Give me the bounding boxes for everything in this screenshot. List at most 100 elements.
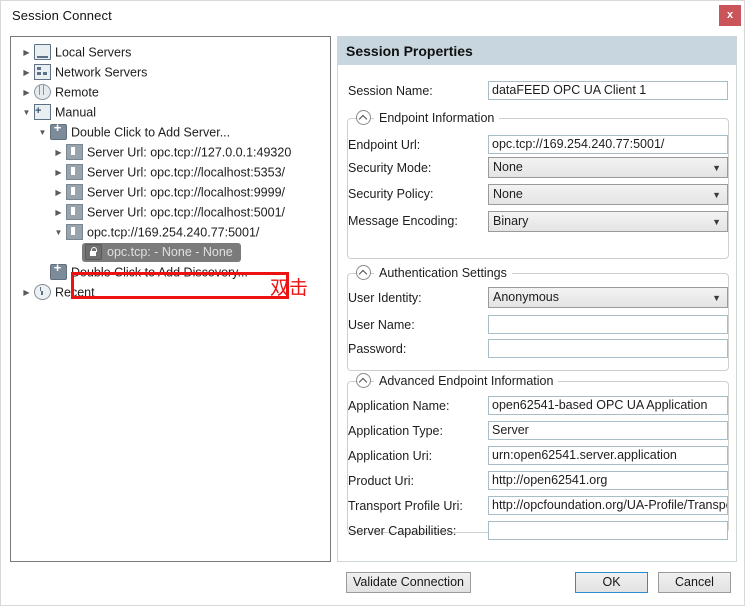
server-icon bbox=[66, 164, 83, 180]
user-name-input[interactable] bbox=[488, 315, 728, 334]
annotation-double-click: 双击 bbox=[270, 277, 308, 299]
triangle-right-icon[interactable]: ▶ bbox=[51, 163, 66, 183]
tree-node[interactable]: ▶ Server Url: opc.tcp://127.0.0.1:49320 bbox=[11, 142, 291, 162]
tree-node[interactable]: ▼ Double Click to Add Server... bbox=[11, 122, 230, 142]
tree-node-label: Manual bbox=[55, 106, 96, 120]
tree-node-label: Server Url: opc.tcp://localhost:5001/ bbox=[87, 206, 285, 220]
triangle-down-icon[interactable]: ▼ bbox=[19, 103, 34, 123]
triangle-right-icon[interactable]: ▶ bbox=[19, 283, 34, 303]
chevron-up-icon[interactable] bbox=[356, 265, 371, 280]
transport-profile-input[interactable]: http://opcfoundation.org/UA-Profile/Tran… bbox=[488, 496, 728, 515]
plus-icon bbox=[50, 264, 67, 280]
tree-node-content: Local Servers bbox=[34, 45, 131, 59]
tree-node-content: opc.tcp://169.254.240.77:5001/ bbox=[66, 225, 259, 239]
tree-node-content: Server Url: opc.tcp://localhost:9999/ bbox=[66, 185, 285, 199]
tree-node-label: Recent bbox=[55, 286, 95, 300]
ok-button[interactable]: OK bbox=[575, 572, 648, 593]
product-uri-input[interactable]: http://open62541.org bbox=[488, 471, 728, 490]
triangle-down-icon[interactable]: ▼ bbox=[35, 123, 50, 143]
manual-icon bbox=[34, 104, 51, 120]
tree-node[interactable]: ▶ Server Url: opc.tcp://localhost:9999/ bbox=[11, 182, 285, 202]
tree-node-label: Server Url: opc.tcp://127.0.0.1:49320 bbox=[87, 146, 291, 160]
password-input[interactable] bbox=[488, 339, 728, 358]
recent-icon bbox=[34, 284, 51, 300]
tree-node-label: opc.tcp://169.254.240.77:5001/ bbox=[87, 226, 259, 240]
transport-profile-label: Transport Profile Uri: bbox=[348, 499, 463, 513]
session-name-label: Session Name: bbox=[348, 84, 433, 98]
tree-node-label: Double Click to Add Discovery... bbox=[71, 266, 248, 280]
password-label: Password: bbox=[348, 342, 406, 356]
window-title: Session Connect bbox=[12, 8, 112, 23]
triangle-down-icon[interactable]: ▼ bbox=[51, 223, 66, 243]
chevron-down-icon: ▼ bbox=[712, 212, 721, 232]
tree-node[interactable]: ▶Server Url: opc.tcp://localhost:5353/ bbox=[11, 162, 285, 182]
server-capabilities-label: Server Capabilities: bbox=[348, 524, 456, 538]
tree-node[interactable]: ▼ opc.tcp://169.254.240.77:5001/ bbox=[11, 222, 259, 242]
tree-node[interactable]: ▶ Server Url: opc.tcp://localhost:5001/ bbox=[11, 202, 285, 222]
triangle-right-icon[interactable]: ▶ bbox=[19, 83, 34, 103]
tree-node-selected: opc.tcp: - None - None bbox=[82, 243, 241, 262]
security-policy-value: None bbox=[493, 187, 523, 201]
tree-node[interactable]: ▶ Local Servers bbox=[11, 42, 131, 62]
lock-icon bbox=[85, 244, 102, 260]
triangle-right-icon[interactable]: ▶ bbox=[51, 203, 66, 223]
application-uri-input[interactable]: urn:open62541.server.application bbox=[488, 446, 728, 465]
tree-node[interactable]: ▶Network Servers bbox=[11, 62, 147, 82]
advanced-endpoint-title: Advanced Endpoint Information bbox=[374, 374, 558, 388]
message-encoding-select[interactable]: Binary ▼ bbox=[488, 211, 728, 232]
tree-node-label: Server Url: opc.tcp://localhost:9999/ bbox=[87, 186, 285, 200]
triangle-right-icon[interactable]: ▶ bbox=[51, 143, 66, 163]
server-tree[interactable]: ▶Local Servers▶Network Servers▶Remote▼Ma… bbox=[10, 36, 331, 562]
chevron-up-icon[interactable] bbox=[356, 110, 371, 125]
security-mode-label: Security Mode: bbox=[348, 161, 431, 175]
session-name-input[interactable]: dataFEED OPC UA Client 1 bbox=[488, 81, 728, 100]
application-uri-label: Application Uri: bbox=[348, 449, 432, 463]
message-encoding-value: Binary bbox=[493, 214, 528, 228]
tree-node[interactable]: ▶ Recent bbox=[11, 282, 95, 302]
endpoint-information-title: Endpoint Information bbox=[374, 111, 499, 125]
message-encoding-label: Message Encoding: bbox=[348, 214, 458, 228]
security-policy-select[interactable]: None ▼ bbox=[488, 184, 728, 205]
chevron-down-icon: ▼ bbox=[712, 185, 721, 205]
tree-node-content: Server Url: opc.tcp://127.0.0.1:49320 bbox=[66, 145, 291, 159]
chevron-up-icon[interactable] bbox=[356, 373, 371, 388]
server-capabilities-input[interactable] bbox=[488, 521, 728, 540]
triangle-right-icon[interactable]: ▶ bbox=[19, 43, 34, 63]
server-icon bbox=[66, 184, 83, 200]
tree-node-content: Server Url: opc.tcp://localhost:5001/ bbox=[66, 205, 285, 219]
application-name-input[interactable]: open62541-based OPC UA Application bbox=[488, 396, 728, 415]
network-icon bbox=[34, 64, 51, 80]
tree-node-content: Recent bbox=[34, 285, 95, 299]
validate-connection-button[interactable]: Validate Connection bbox=[346, 572, 471, 593]
tree-node[interactable]: Double Click to Add Discovery... bbox=[11, 262, 248, 282]
tree-node[interactable]: opc.tcp: - None - None bbox=[11, 242, 241, 262]
user-name-label: User Name: bbox=[348, 318, 415, 332]
tree-node[interactable]: ▶Remote bbox=[11, 82, 99, 102]
tree-node-label: Local Servers bbox=[55, 46, 131, 60]
twisty-spacer bbox=[67, 243, 82, 263]
application-type-input[interactable]: Server bbox=[488, 421, 728, 440]
user-identity-select[interactable]: Anonymous ▼ bbox=[488, 287, 728, 308]
server-icon bbox=[66, 144, 83, 160]
security-mode-select[interactable]: None ▼ bbox=[488, 157, 728, 178]
close-icon[interactable]: x bbox=[719, 5, 741, 26]
application-name-label: Application Name: bbox=[348, 399, 449, 413]
tree-node-content: Network Servers bbox=[34, 65, 147, 79]
user-identity-value: Anonymous bbox=[493, 290, 559, 304]
tree-node-content: Server Url: opc.tcp://localhost:5353/ bbox=[66, 165, 285, 179]
tree-node-content: Manual bbox=[34, 105, 96, 119]
title-bar: Session Connect x bbox=[1, 1, 745, 31]
tree-node-content: Double Click to Add Discovery... bbox=[50, 265, 248, 279]
triangle-right-icon[interactable]: ▶ bbox=[51, 183, 66, 203]
triangle-right-icon[interactable]: ▶ bbox=[19, 63, 34, 83]
session-properties-panel: Session Properties Session Name: dataFEE… bbox=[337, 36, 737, 562]
properties-header: Session Properties bbox=[338, 37, 736, 65]
tree-node-label: opc.tcp: - None - None bbox=[107, 245, 233, 259]
server-icon bbox=[66, 204, 83, 220]
tree-node-label: Double Click to Add Server... bbox=[71, 126, 230, 140]
security-mode-value: None bbox=[493, 160, 523, 174]
application-type-label: Application Type: bbox=[348, 424, 443, 438]
tree-node-content: Double Click to Add Server... bbox=[50, 125, 230, 139]
endpoint-url-input[interactable]: opc.tcp://169.254.240.77:5001/ bbox=[488, 135, 728, 154]
cancel-button[interactable]: Cancel bbox=[658, 572, 731, 593]
